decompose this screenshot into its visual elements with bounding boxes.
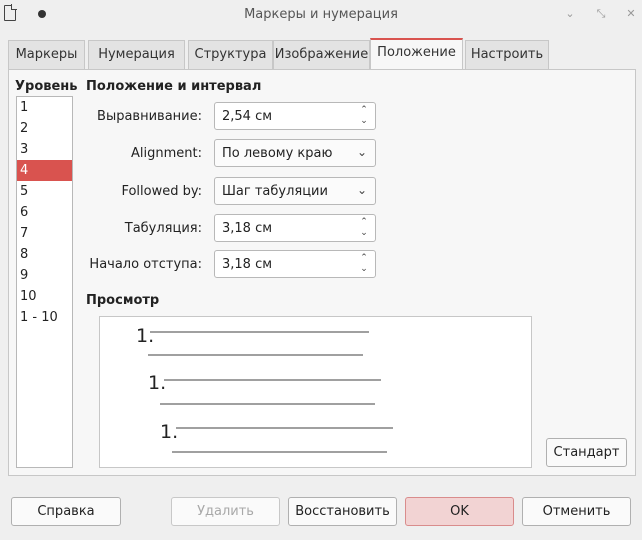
list-item[interactable]: 3	[17, 139, 72, 160]
tab-numbering[interactable]: Нумерация	[88, 40, 185, 69]
alignment-offset-label: Выравнивание:	[97, 109, 202, 124]
spin-down-icon[interactable]: ⌄	[359, 116, 369, 126]
list-item[interactable]: 5	[17, 181, 72, 202]
spin-up-icon[interactable]: ⌃	[359, 217, 369, 227]
restore-icon[interactable]: ⤡	[593, 6, 609, 22]
preview-line	[164, 379, 381, 381]
preview-number: 1.	[148, 372, 167, 394]
followed-by-select[interactable]: Шаг табуляции ⌄	[214, 177, 376, 205]
tab-position[interactable]: Положение	[370, 38, 463, 69]
list-item[interactable]: 6	[17, 202, 72, 223]
preview-title: Просмотр	[86, 293, 160, 308]
followed-by-label: Followed by:	[121, 184, 202, 199]
alignment-label: Alignment:	[131, 146, 202, 161]
section-title: Положение и интервал	[86, 79, 262, 94]
preview-line	[176, 427, 393, 429]
alignment-offset-value: 2,54 см	[222, 109, 273, 124]
tab-stop-value: 3,18 см	[222, 221, 273, 236]
chevron-down-icon: ⌄	[356, 145, 367, 159]
indent-label: Начало отступа:	[89, 257, 202, 272]
indent-value: 3,18 см	[222, 257, 273, 272]
followed-by-value: Шаг табуляции	[222, 184, 328, 199]
preview-line	[150, 331, 369, 333]
list-item[interactable]: 8	[17, 244, 72, 265]
delete-button[interactable]: Удалить	[171, 497, 280, 526]
window-title: Маркеры и нумерация	[244, 7, 398, 22]
default-button[interactable]: Стандарт	[546, 438, 627, 467]
preview-area: 1. 1. 1.	[99, 316, 532, 468]
list-item[interactable]: 9	[17, 265, 72, 286]
list-item[interactable]: 2	[17, 118, 72, 139]
cancel-button[interactable]: Отменить	[522, 497, 631, 526]
preview-line	[172, 451, 387, 453]
tab-stop-label: Табуляция:	[124, 221, 202, 236]
tab-customize[interactable]: Настроить	[465, 40, 549, 69]
alignment-value: По левому краю	[222, 146, 333, 161]
help-button[interactable]: Справка	[11, 497, 121, 526]
list-item[interactable]: 10	[17, 286, 72, 307]
spin-up-icon[interactable]: ⌃	[359, 253, 369, 263]
preview-line	[160, 403, 375, 405]
preview-number: 1.	[136, 325, 155, 347]
tab-image[interactable]: Изображение	[273, 40, 370, 69]
spin-up-icon[interactable]: ⌃	[359, 105, 369, 115]
minimize-icon[interactable]: ⌄	[562, 6, 578, 22]
alignment-offset-spinner[interactable]: 2,54 см ⌃ ⌄	[214, 102, 376, 130]
list-item[interactable]: 1 - 10	[17, 307, 72, 328]
spin-down-icon[interactable]: ⌄	[359, 264, 369, 274]
alignment-select[interactable]: По левому краю ⌄	[214, 139, 376, 167]
spin-down-icon[interactable]: ⌄	[359, 228, 369, 238]
chevron-down-icon: ⌄	[356, 183, 367, 197]
level-label: Уровень	[15, 79, 78, 94]
list-item[interactable]: 1	[17, 97, 72, 118]
tab-stop-spinner[interactable]: 3,18 см ⌃ ⌄	[214, 214, 376, 242]
reset-button[interactable]: Восстановить	[288, 497, 397, 526]
title-bar: Маркеры и нумерация ⌄ ⤡ ✕	[0, 0, 642, 30]
tab-markers[interactable]: Маркеры	[8, 40, 85, 69]
close-icon[interactable]: ✕	[623, 6, 639, 22]
list-item-selected[interactable]: 4	[17, 160, 72, 181]
list-item[interactable]: 7	[17, 223, 72, 244]
preview-number: 1.	[160, 421, 179, 443]
indent-spinner[interactable]: 3,18 см ⌃ ⌄	[214, 250, 376, 278]
preview-line	[148, 354, 363, 356]
level-list[interactable]: 1 2 3 4 5 6 7 8 9 10 1 - 10	[16, 96, 73, 468]
ok-button[interactable]: OK	[405, 497, 514, 526]
tab-outline[interactable]: Структура	[188, 40, 273, 69]
